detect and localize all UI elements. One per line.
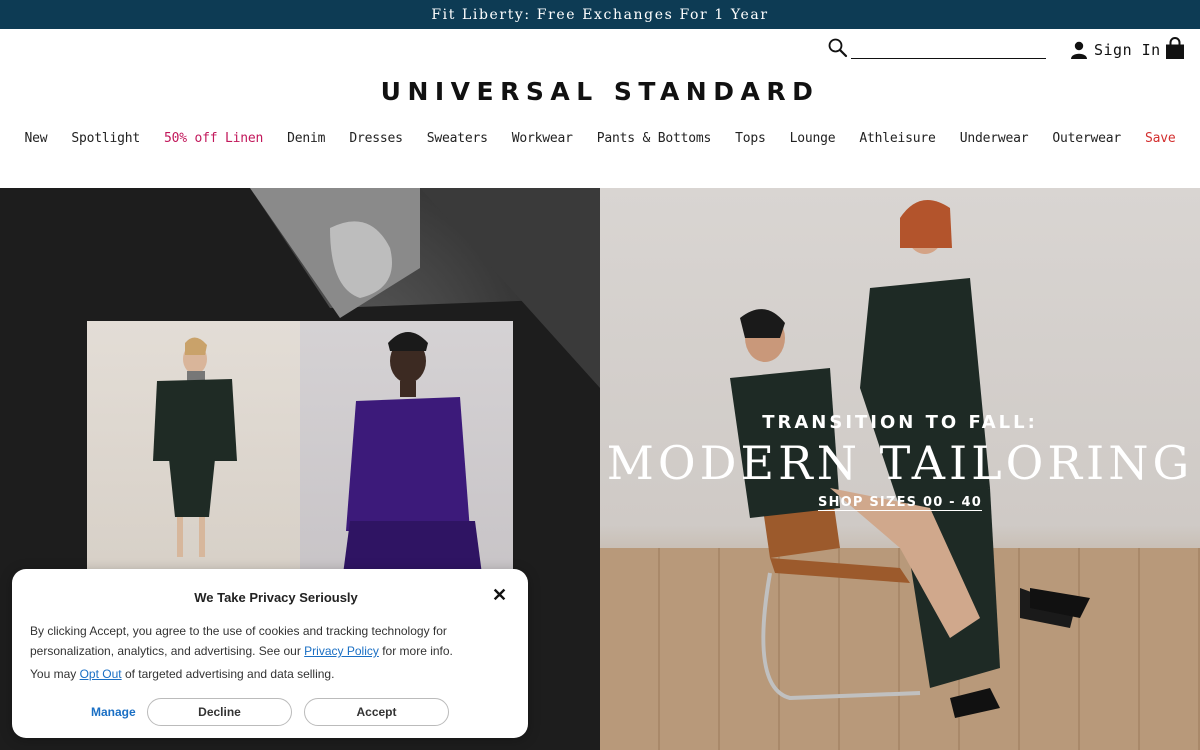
nav-item-new[interactable]: New <box>24 131 47 146</box>
nav-item-underwear[interactable]: Underwear <box>960 131 1029 146</box>
privacy-body-suffix: for more info. <box>378 644 453 658</box>
main-nav: New Spotlight 50% off Linen Denim Dresse… <box>0 131 1200 146</box>
close-icon[interactable]: ✕ <box>492 586 508 604</box>
nav-item-linen-sale[interactable]: 50% off Linen <box>164 131 263 146</box>
search-icon[interactable] <box>828 38 848 58</box>
search-input[interactable] <box>851 38 1046 59</box>
model-figure-a <box>153 337 237 557</box>
product-photo-green-suit[interactable] <box>87 321 300 597</box>
sign-in-link[interactable]: Sign In <box>1070 38 1161 62</box>
shopping-bag-icon <box>1166 37 1184 59</box>
user-icon <box>1071 41 1087 59</box>
promo-text[interactable]: Fit Liberty: Free Exchanges For 1 Year <box>431 7 768 23</box>
shop-sizes-link[interactable]: SHOP SIZES 00 - 40 <box>818 495 982 511</box>
nav-item-lounge[interactable]: Lounge <box>790 131 836 146</box>
nav-item-athleisure[interactable]: Athleisure <box>859 131 935 146</box>
nav-item-outerwear[interactable]: Outerwear <box>1052 131 1121 146</box>
shopping-bag-button[interactable] <box>1164 37 1186 61</box>
nav-item-save[interactable]: Save <box>1145 131 1176 146</box>
nav-item-workwear[interactable]: Workwear <box>512 131 573 146</box>
hero-copy: TRANSITION TO FALL: MODERN TAILORING SHO… <box>600 412 1200 511</box>
accept-button[interactable]: Accept <box>304 698 449 726</box>
optout-prefix: You may <box>30 667 80 681</box>
nav-item-pants-bottoms[interactable]: Pants & Bottoms <box>597 131 712 146</box>
model-figure-b <box>340 332 485 597</box>
sign-in-label: Sign In <box>1094 41 1161 59</box>
privacy-dialog: We Take Privacy Seriously ✕ By clicking … <box>12 569 528 738</box>
privacy-policy-link[interactable]: Privacy Policy <box>304 644 379 658</box>
privacy-title: We Take Privacy Seriously <box>194 590 358 605</box>
promo-banner[interactable]: Fit Liberty: Free Exchanges For 1 Year <box>0 0 1200 29</box>
site-logo[interactable]: UNIVERSAL STANDARD <box>0 77 1200 106</box>
manage-link[interactable]: Manage <box>91 705 136 719</box>
search-bar <box>828 38 1046 60</box>
nav-item-tops[interactable]: Tops <box>735 131 766 146</box>
hero-headline: MODERN TAILORING <box>606 436 1194 490</box>
nav-item-sweaters[interactable]: Sweaters <box>427 131 488 146</box>
optout-suffix: of targeted advertising and data selling… <box>121 667 335 681</box>
nav-item-denim[interactable]: Denim <box>287 131 325 146</box>
nav-item-spotlight[interactable]: Spotlight <box>71 131 140 146</box>
opt-out-link[interactable]: Opt Out <box>80 667 122 681</box>
nav-item-dresses[interactable]: Dresses <box>349 131 403 146</box>
privacy-body: By clicking Accept, you agree to the use… <box>30 621 490 661</box>
privacy-optout-line: You may Opt Out of targeted advertising … <box>30 667 510 681</box>
decline-button[interactable]: Decline <box>147 698 292 726</box>
product-photo-purple-suit[interactable] <box>300 321 513 597</box>
hero-kicker: TRANSITION TO FALL: <box>762 412 1038 433</box>
